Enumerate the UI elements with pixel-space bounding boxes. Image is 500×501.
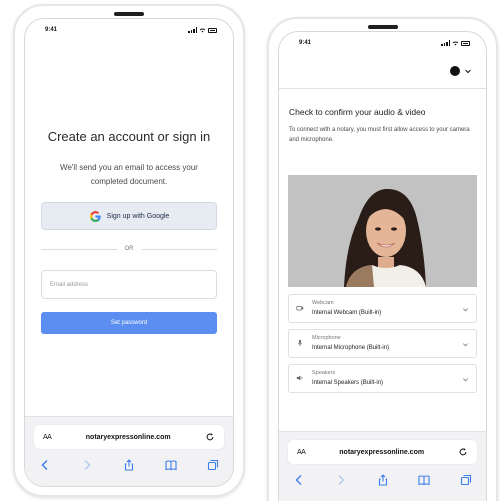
reader-mode-button[interactable]: AA — [43, 434, 52, 441]
reader-mode-button[interactable]: AA — [297, 449, 306, 456]
or-text: OR — [124, 246, 134, 252]
phone-av-check: 9:41 Check to confirm your audio & video… — [267, 17, 498, 501]
battery-icon — [461, 40, 470, 46]
speaker-icon — [296, 375, 303, 381]
mockup-stage: 9:41 Create an account or sign in We'll … — [0, 0, 500, 501]
browser-toolbar — [33, 457, 225, 473]
camera-icon — [296, 306, 304, 311]
status-icons — [441, 40, 470, 46]
chevron-down-icon — [463, 343, 468, 347]
phone-speaker — [114, 12, 144, 16]
device-label: Speakers — [312, 370, 336, 376]
share-icon[interactable] — [377, 474, 389, 486]
device-label: Webcam — [312, 300, 334, 306]
device-selector-list: Webcam Internal Webcam (Built-in) Microp… — [288, 294, 477, 399]
back-icon[interactable] — [39, 459, 51, 471]
device-label: Microphone — [312, 335, 341, 341]
url-text: notaryexpressonline.com — [85, 433, 171, 441]
divider-line — [41, 248, 117, 250]
webcam-select[interactable]: Webcam Internal Webcam (Built-in) — [288, 294, 477, 323]
google-signup-button[interactable]: Sign up with Google — [41, 202, 217, 230]
chevron-down-icon — [463, 378, 468, 382]
page-subtitle: To connect with a notary, you must first… — [289, 127, 470, 143]
phone-screen: 9:41 Create an account or sign in We'll … — [24, 18, 234, 487]
wifi-icon — [452, 41, 459, 46]
phone-signin: 9:41 Create an account or sign in We'll … — [13, 4, 245, 497]
or-divider: OR — [41, 244, 217, 254]
page-title: Check to confirm your audio & video — [289, 107, 426, 117]
bookmarks-icon[interactable] — [165, 459, 177, 471]
microphone-icon — [297, 339, 303, 347]
chevron-down-icon[interactable] — [464, 67, 472, 75]
device-value: Internal Webcam (Built-in) — [312, 310, 382, 316]
reload-icon[interactable] — [458, 447, 468, 457]
email-field[interactable]: Email address — [41, 270, 217, 299]
google-button-label: Sign up with Google — [106, 212, 170, 220]
browser-toolbar — [287, 472, 478, 488]
device-value: Internal Speakers (Built-in) — [312, 380, 384, 386]
phone-speaker — [367, 25, 398, 29]
microphone-select[interactable]: Microphone Internal Microphone (Built-in… — [288, 329, 477, 358]
bookmarks-icon[interactable] — [418, 474, 430, 486]
google-g-icon — [89, 210, 101, 222]
reload-icon[interactable] — [205, 432, 215, 442]
camera-preview — [288, 175, 477, 287]
address-bar[interactable]: AA notaryexpressonline.com — [288, 440, 477, 464]
profile-avatar-icon[interactable] — [450, 66, 460, 76]
device-value: Internal Microphone (Built-in) — [312, 345, 390, 351]
chevron-down-icon — [463, 308, 468, 312]
speakers-select[interactable]: Speakers Internal Speakers (Built-in) — [288, 364, 477, 393]
tabs-icon[interactable] — [207, 459, 219, 471]
browser-chrome: AA notaryexpressonline.com — [25, 416, 233, 486]
set-password-button[interactable]: Set password — [41, 312, 217, 334]
forward-icon[interactable] — [81, 459, 93, 471]
status-time: 9:41 — [299, 40, 312, 46]
person-portrait-image — [288, 175, 477, 287]
back-icon[interactable] — [293, 474, 305, 486]
url-text: notaryexpressonline.com — [339, 448, 425, 456]
forward-icon[interactable] — [335, 474, 347, 486]
phone-screen: 9:41 Check to confirm your audio & video… — [278, 31, 487, 501]
cellular-signal-icon — [441, 40, 450, 46]
status-bar: 9:41 — [279, 32, 486, 54]
page-subtitle: We'll send you an email to access your c… — [60, 163, 198, 186]
divider-line — [141, 248, 217, 250]
share-icon[interactable] — [123, 459, 135, 471]
tabs-icon[interactable] — [460, 474, 472, 486]
browser-chrome: AA notaryexpressonline.com — [279, 431, 486, 501]
header-divider — [279, 88, 486, 89]
page-title: Create an account or sign in — [47, 129, 211, 144]
address-bar[interactable]: AA notaryexpressonline.com — [34, 425, 224, 449]
